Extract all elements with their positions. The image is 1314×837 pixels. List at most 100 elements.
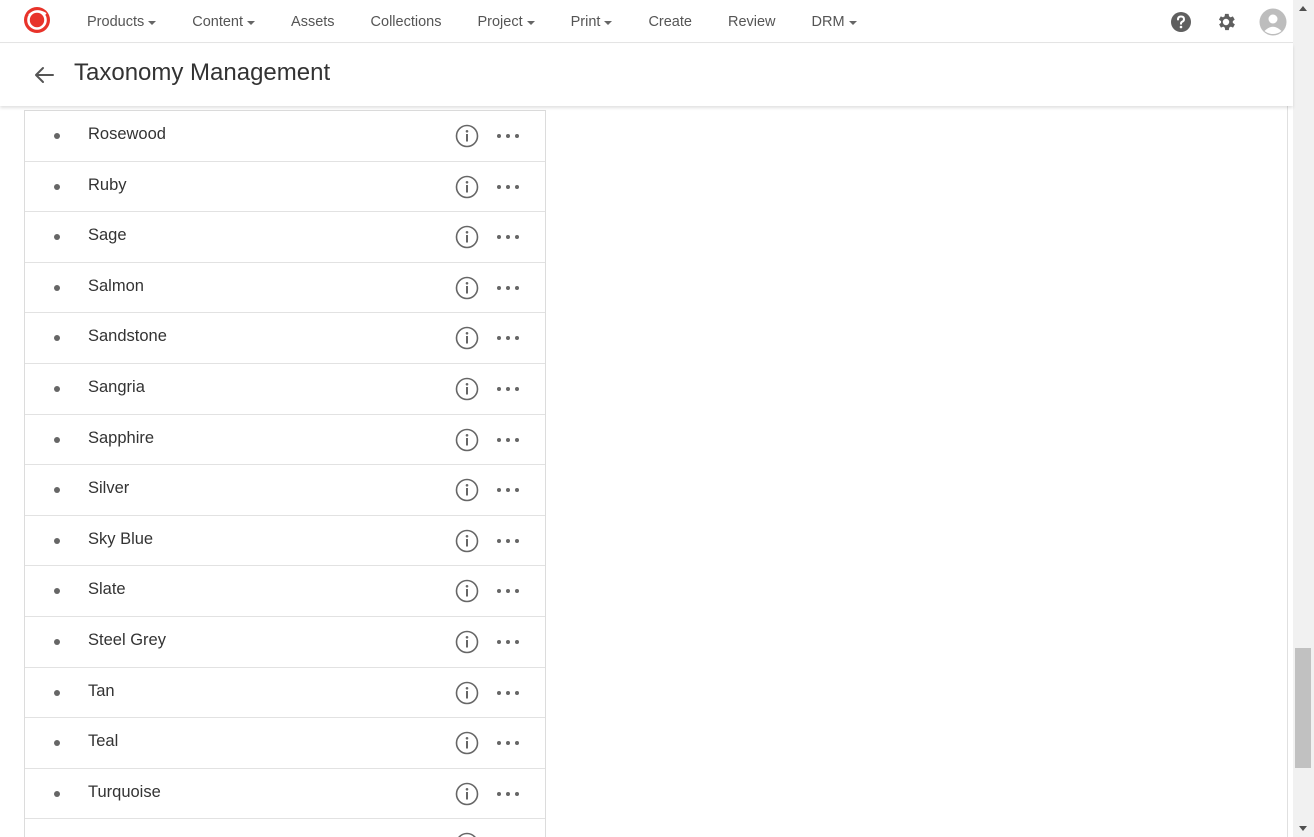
info-icon[interactable] [455, 326, 479, 350]
nav-item-print[interactable]: Print [553, 0, 631, 43]
bullet-icon [54, 740, 60, 747]
nav-item-label: Project [477, 13, 523, 30]
info-icon[interactable] [455, 630, 479, 654]
caret-down-icon [848, 20, 857, 25]
tree-row[interactable]: Tan [25, 668, 545, 719]
info-icon[interactable] [455, 731, 479, 755]
nav-item-products[interactable]: Products [69, 0, 174, 43]
main-content: Rosewood Ruby Sage Salmon Sandstone Sangria Sa… [0, 106, 1293, 837]
scroll-thumb[interactable] [1295, 648, 1311, 768]
more-options-icon[interactable] [497, 276, 519, 300]
more-options-icon[interactable] [497, 731, 519, 755]
more-options-icon[interactable] [497, 225, 519, 249]
bullet-icon [54, 234, 60, 241]
tree-row[interactable]: Sage [25, 212, 545, 263]
nav-item-label: Products [87, 13, 145, 30]
caret-down-icon [247, 20, 256, 25]
term-label: Salmon [88, 276, 144, 295]
caret-down-icon [604, 20, 613, 25]
page-title: Taxonomy Management [74, 59, 331, 86]
term-label: Sapphire [88, 428, 155, 447]
nav-item-drm[interactable]: DRM [794, 0, 875, 43]
bullet-icon [54, 335, 60, 342]
info-icon[interactable] [455, 225, 479, 249]
user-avatar-icon[interactable] [1259, 8, 1287, 36]
bullet-icon [54, 385, 60, 392]
nav-item-content[interactable]: Content [174, 0, 273, 43]
back-arrow-icon[interactable] [33, 64, 55, 86]
more-options-icon[interactable] [497, 377, 519, 401]
tree-row[interactable]: Sandstone [25, 313, 545, 364]
info-icon[interactable] [455, 529, 479, 553]
tree-row[interactable]: Sangria [25, 364, 545, 415]
info-icon[interactable] [455, 276, 479, 300]
term-label: Turquoise [88, 782, 161, 801]
nav-item-label: DRM [811, 13, 845, 30]
gear-icon[interactable] [1214, 10, 1238, 34]
more-options-icon[interactable] [497, 630, 519, 654]
info-icon[interactable] [455, 681, 479, 705]
bullet-icon [54, 487, 60, 494]
caret-down-icon [526, 20, 535, 25]
tree-row[interactable]: Steel Grey [25, 617, 545, 668]
term-label: Sandstone [88, 327, 167, 346]
more-options-icon[interactable] [497, 681, 519, 705]
term-label: Slate [88, 580, 126, 599]
info-icon[interactable] [455, 428, 479, 452]
tree-row[interactable]: Rosewood [25, 111, 545, 162]
bullet-icon [54, 133, 60, 139]
tree-row[interactable]: Sky Blue [25, 516, 545, 567]
bullet-icon [54, 638, 60, 645]
tree-row[interactable] [25, 819, 545, 837]
top-navigation: Products Content Assets Collections Project P… [0, 0, 1293, 43]
info-icon[interactable] [455, 175, 479, 199]
tree-row[interactable]: Salmon [25, 263, 545, 314]
app-root: Products Content Assets Collections Project P… [0, 0, 1314, 837]
tree-row[interactable]: Turquoise [25, 769, 545, 820]
more-options-icon[interactable] [497, 832, 519, 837]
tree-row[interactable]: Slate [25, 566, 545, 617]
nav-item-assets[interactable]: Assets [273, 0, 353, 43]
tree-row[interactable]: Ruby [25, 162, 545, 213]
nav-item-create[interactable]: Create [630, 0, 710, 43]
more-options-icon[interactable] [497, 428, 519, 452]
nav-item-label: Create [648, 13, 692, 30]
tree-row[interactable]: Teal [25, 718, 545, 769]
nav-item-collections[interactable]: Collections [353, 0, 460, 43]
term-label: Sage [88, 226, 127, 245]
nav-item-label: Content [192, 13, 244, 30]
more-options-icon[interactable] [497, 478, 519, 502]
caret-down-icon [148, 20, 157, 25]
info-icon[interactable] [455, 579, 479, 603]
scroll-down-arrow-icon[interactable] [1299, 826, 1307, 831]
bullet-icon [54, 689, 60, 696]
term-label: Sky Blue [88, 529, 154, 548]
help-icon[interactable] [1169, 10, 1193, 34]
more-options-icon[interactable] [497, 326, 519, 350]
more-options-icon[interactable] [497, 782, 519, 806]
more-options-icon[interactable] [497, 529, 519, 553]
more-options-icon[interactable] [497, 175, 519, 199]
taxonomy-tree: Rosewood Ruby Sage Salmon Sandstone Sangria Sa… [24, 110, 546, 837]
info-icon[interactable] [455, 478, 479, 502]
app-logo[interactable] [23, 6, 51, 34]
info-icon[interactable] [455, 832, 479, 837]
nav-item-project[interactable]: Project [459, 0, 552, 43]
tree-row[interactable]: Silver [25, 465, 545, 516]
page-scrollbar[interactable] [1293, 0, 1314, 837]
info-icon[interactable] [455, 782, 479, 806]
info-icon[interactable] [455, 124, 479, 148]
scroll-up-arrow-icon[interactable] [1299, 6, 1307, 11]
term-label: Rosewood [88, 125, 166, 143]
more-options-icon[interactable] [497, 579, 519, 603]
bullet-icon [54, 537, 60, 544]
tree-row[interactable]: Sapphire [25, 415, 545, 466]
page-header: Taxonomy Management [0, 44, 1293, 106]
term-label: Tan [88, 681, 115, 700]
info-icon[interactable] [455, 377, 479, 401]
bullet-icon [54, 790, 60, 797]
nav-item-review[interactable]: Review [710, 0, 794, 43]
more-options-icon[interactable] [497, 124, 519, 148]
nav-item-label: Collections [370, 13, 442, 30]
term-label: Sangria [88, 377, 145, 396]
